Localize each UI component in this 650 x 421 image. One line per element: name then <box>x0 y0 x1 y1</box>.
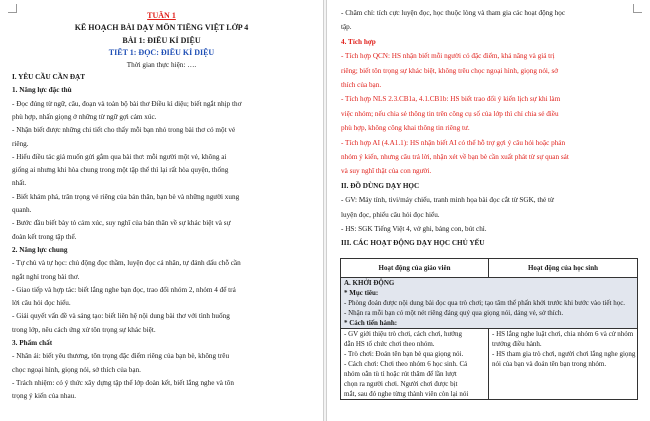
cell-text-line: chọn ra người chơi. Người chơi được bịt <box>344 380 458 388</box>
text-line: - Tích hợp AI (4.A1.1): HS nhận biết AI … <box>341 138 566 147</box>
cell-text-line: - Cách chơi: Chơi theo nhóm 6 học sinh. … <box>344 360 468 368</box>
cell-text-line: - Trò chơi: Đoán tên bạn bè qua giọng nó… <box>344 350 464 358</box>
cell-text-line: - Nhận ra mỗi bạn có một nét riêng đáng … <box>344 309 564 317</box>
text-line: riêng; biết tôn trọng sự khác biệt, khôn… <box>341 66 559 75</box>
text-line: - Tích hợp NLS 2.3.CB1a, 4.1.CB1b: HS bi… <box>341 95 561 104</box>
unit-label: TUẦN 1 <box>147 11 176 20</box>
text-line: - Trách nhiệm: có ý thức xây dựng tập th… <box>12 378 234 387</box>
cell-text-line: - GV giới thiệu trò chơi, cách chơi, hướ… <box>344 330 463 338</box>
section-heading: I. YÊU CẦU CẦN ĐẠT <box>12 73 86 81</box>
section-heading: II. ĐỒ DÙNG DẠY HỌC <box>341 181 420 190</box>
cell-text-line: - HS tham gia trò chơi, người chơi lắng … <box>492 350 636 358</box>
table-header-student: Hoạt động của học sinh <box>488 258 638 278</box>
text-line: - Nhận biết được những chi tiết cho thấy… <box>12 126 236 135</box>
text-line: đoàn kết trong tập thể. <box>12 232 77 241</box>
cell-text-line: A. KHỞI ĐỘNG <box>344 279 395 287</box>
text-line: - Giao tiếp và hợp tác: biết lắng nghe b… <box>12 285 236 294</box>
section-heading: 4. Tích hợp <box>341 37 376 46</box>
section-heading: 2. Năng lực chung <box>12 245 68 254</box>
student-activity-cell: - HS lắng nghe luật chơi, chia nhóm 6 và… <box>488 328 638 400</box>
page-2: - Chăm chỉ: tích cực luyện đọc, học thuộ… <box>326 0 650 421</box>
cell-text-line: * Cách tiến hành: <box>344 319 398 327</box>
section-heading: III. CÁC HOẠT ĐỘNG DẠY HỌC CHỦ YẾU <box>341 239 485 248</box>
text-line: ngắt nghỉ trong bài thơ. <box>12 272 80 281</box>
text-line: riêng. <box>12 139 29 148</box>
teacher-activity-cell: - GV giới thiệu trò chơi, cách chơi, hướ… <box>340 328 489 400</box>
text-line: việc nhóm; nếu chia sẻ thông tin trên cô… <box>341 109 559 118</box>
page-1: TUẦN 1 KẾ HOẠCH BÀI DẠY MÔN TIẾNG VIỆT L… <box>0 0 324 421</box>
text-line: - Nhân ái: biết yêu thương, tôn trọng đặ… <box>12 352 230 361</box>
text-line: giống ai nhưng khi hòa chung trong một t… <box>12 166 229 175</box>
text-line: nhóm ý kiến, nhưng câu trả lời, nhận xét… <box>341 153 569 161</box>
text-line: thích của bạn. <box>341 81 382 89</box>
text-line: - Giải quyết vấn đề và sáng tạo: biết li… <box>12 312 230 321</box>
text-line: nhất. <box>12 179 27 188</box>
text-line: và suy nghĩ thật của con người. <box>341 167 432 176</box>
text-line: lời câu hỏi đọc hiểu. <box>12 299 71 308</box>
text-line: - Đọc đúng từ ngữ, câu, đoạn và toàn bộ … <box>12 99 242 108</box>
text-line: phù hợp, nhấn giọng ở những từ ngữ gợi c… <box>12 112 157 121</box>
cell-text-line: - HS lắng nghe luật chơi, chia nhóm 6 và… <box>492 330 634 338</box>
text-line: quanh. <box>12 206 32 214</box>
cell-text-line: nói của bạn và đoán tên bạn trong nhóm. <box>492 360 607 368</box>
text-line: - Tự chủ và tự học: chủ động đọc thầm, l… <box>12 259 241 268</box>
cell-text-line: nhóm oẳn tù tì hoặc rút thăm để lần lượt <box>344 370 457 378</box>
text-line: - HS: SGK Tiếng Việt 4, vở ghi, bảng con… <box>341 225 487 233</box>
plan-title: KẾ HOẠCH BÀI DẠY MÔN TIẾNG VIỆT LỚP 4 <box>74 23 249 32</box>
text-line: chọc ngoại hình, giọng nói, sở thích của… <box>12 365 141 374</box>
text-line: phù hợp, không công khai thông tin riêng… <box>341 124 470 133</box>
cell-text-line: trưởng điều hành. <box>492 340 542 348</box>
document-viewer: TUẦN 1 KẾ HOẠCH BÀI DẠY MÔN TIẾNG VIỆT L… <box>0 0 650 421</box>
text-line: tập. <box>341 23 352 32</box>
section-a-cell: A. KHỞI ĐỘNG * Mục tiêu: - Phòng đoán được… <box>340 277 638 329</box>
table-header-teacher: Hoạt động của giáo viên <box>340 258 489 278</box>
cell-text-line: dẫn HS tổ chức chơi theo nhóm. <box>344 340 435 348</box>
text-line: - Tích hợp QCN: HS nhận biết mỗi người c… <box>341 52 555 61</box>
lesson-subtitle: TIẾT 1: ĐỌC: ĐIỀU KÌ DIỆU <box>108 48 215 57</box>
section-heading: 3. Phẩm chất <box>12 339 53 347</box>
section-heading: 1. Năng lực đặc thù <box>12 86 72 95</box>
cell-text-line: * Mục tiêu: <box>344 289 379 297</box>
text-line: - Chăm chỉ: tích cực luyện đọc, học thuộ… <box>341 9 566 17</box>
lesson-title: BÀI 1: ĐIỀU KÌ DIỆU <box>122 36 201 45</box>
time-line: Thời gian thực hiện: …. <box>126 61 197 69</box>
cell-text-line: - Phòng đoán được nội dung bài đọc qua t… <box>344 299 626 307</box>
text-line: - Bước đầu biết bày tỏ cảm xúc, suy nghĩ… <box>12 219 231 228</box>
text-line: trong lớp, nêu cách ứng xử tôn trọng sự … <box>12 325 156 334</box>
text-line: luyện đọc, phiếu câu hỏi đọc hiểu. <box>341 210 440 219</box>
text-line: - Biết khám phá, trân trọng vẻ riêng của… <box>12 192 240 201</box>
text-line: trọng ý kiến của nhau. <box>12 392 77 401</box>
text-line: - GV: Máy tính, tivi/máy chiếu, tranh mi… <box>341 196 554 205</box>
lesson-activity-table: Hoạt động của giáo viên Hoạt động của họ… <box>340 258 638 400</box>
text-line: - Hiểu điều tác giả muốn gửi gắm qua bài… <box>12 152 227 161</box>
cell-text-line: mắt, sau đó nghe từng thành viên còn lại… <box>344 390 469 398</box>
